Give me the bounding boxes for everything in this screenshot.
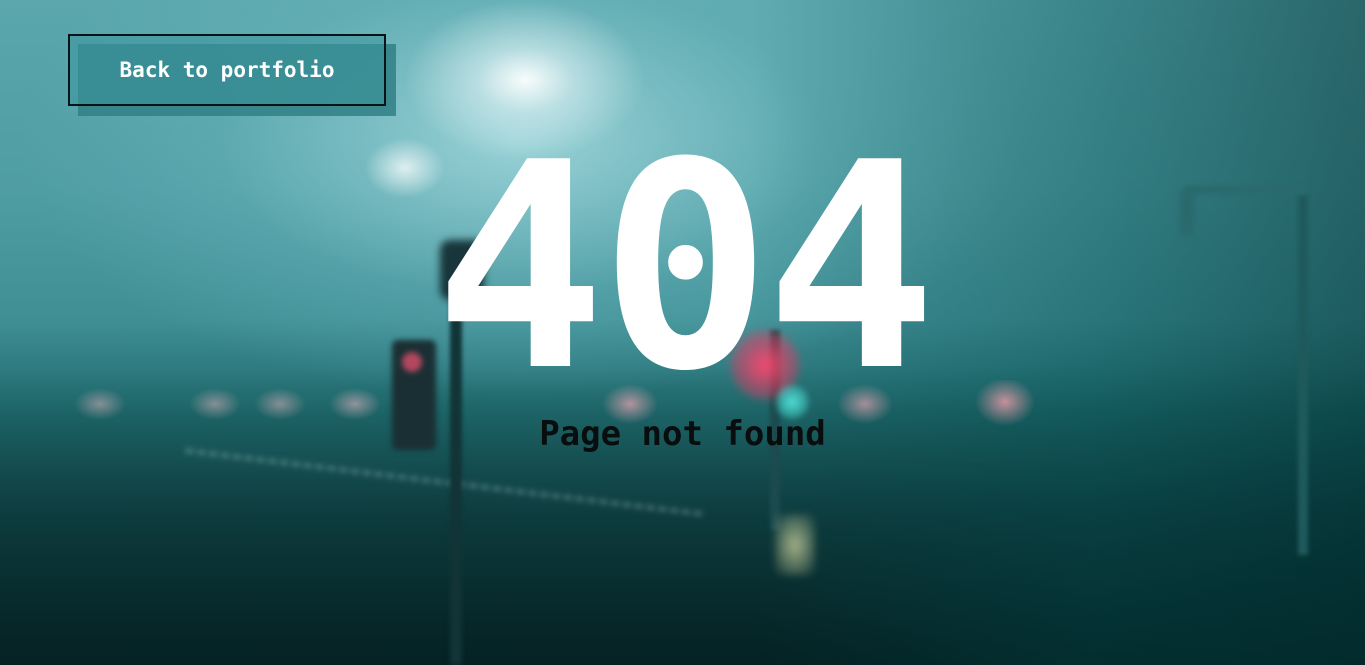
background-road-sign [775,515,815,575]
not-found-page: Back to portfolio 404 Page not found [0,0,1365,665]
error-code: 404 [434,102,937,434]
back-button-container: Back to portfolio [68,34,396,116]
back-to-portfolio-button[interactable]: Back to portfolio [68,34,386,106]
error-message: Page not found [539,414,826,454]
